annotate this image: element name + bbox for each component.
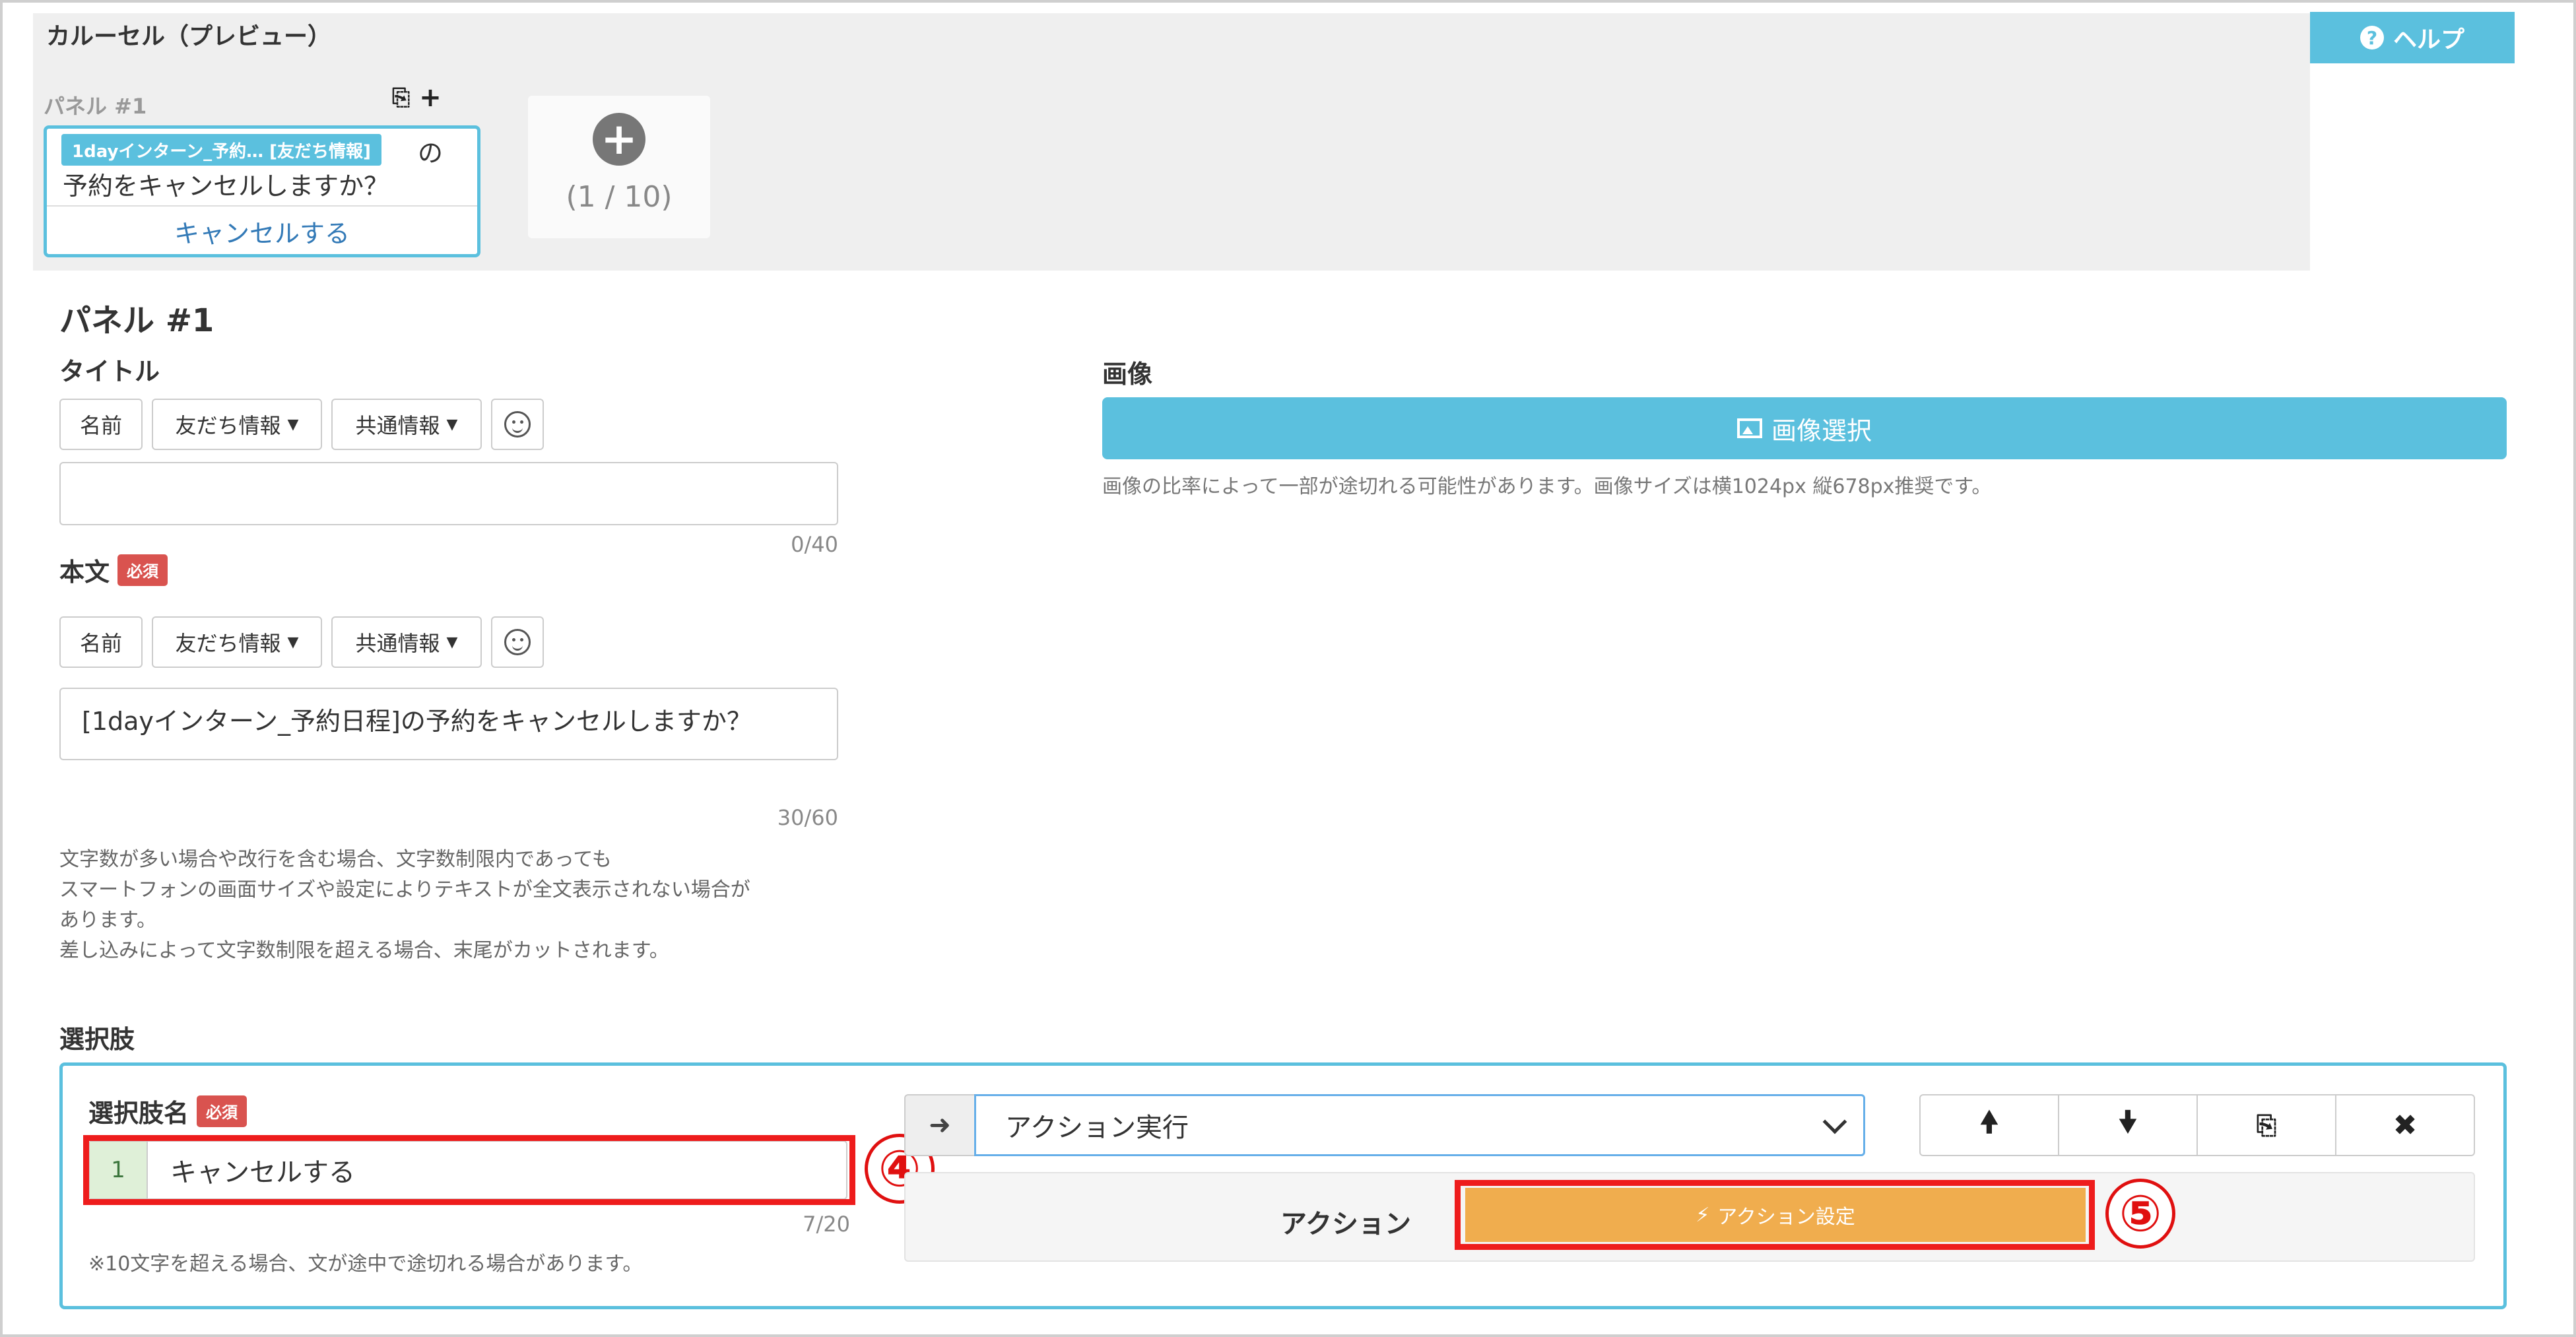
smiley-icon [504, 411, 531, 438]
caret-down-icon: ▼ [287, 416, 299, 433]
image-icon [1736, 418, 1762, 438]
title-input[interactable] [59, 462, 838, 525]
title-counter: 0/40 [791, 532, 838, 557]
card-divider [47, 205, 477, 207]
plus-icon[interactable]: + [419, 84, 442, 111]
name-insert-label: 名前 [79, 413, 122, 438]
required-badge: 必須 [197, 1095, 248, 1127]
caret-down-icon: ▼ [287, 634, 299, 651]
choice-name-counter: 7/20 [803, 1212, 850, 1237]
add-panel-button[interactable]: + (1 / 10) [528, 96, 710, 238]
highlight-box-4 [83, 1135, 855, 1205]
common-info-label: 共通情報 [355, 631, 440, 656]
common-info-dropdown[interactable]: 共通情報 ▼ [331, 616, 482, 668]
arrow-down-icon: 🠟 [2118, 1105, 2138, 1139]
card-text-tail: の [418, 139, 444, 168]
body-counter: 30/60 [777, 805, 838, 830]
body-note-line: 文字数が多い場合や改行を含む場合、文字数制限内であっても [59, 848, 612, 871]
body-note: 文字数が多い場合や改行を含む場合、文字数制限内であっても スマートフォンの画面サ… [59, 845, 750, 966]
body-note-line: スマートフォンの画面サイズや設定によりテキストが全文表示されない場合が [59, 878, 750, 901]
help-label: ヘルプ [2393, 26, 2464, 53]
friend-info-dropdown[interactable]: 友だち情報 ▼ [152, 399, 322, 450]
preview-panel-label: パネル #1 [44, 94, 147, 119]
choice-name-label: 選択肢名 [88, 1099, 189, 1128]
delete-button[interactable]: ✖ [2335, 1094, 2475, 1156]
common-info-label: 共通情報 [355, 413, 440, 438]
move-down-button[interactable]: 🠟 [2058, 1094, 2198, 1156]
preview-card[interactable]: 1dayインターン_予約… [友だち情報] の 予約をキャンセルしますか？ キャ… [44, 125, 480, 257]
body-textarea[interactable]: [1dayインターン_予約日程]の予約をキャンセルしますか？ [59, 688, 838, 760]
friend-info-label: 友だち情報 [175, 413, 281, 438]
name-insert-button[interactable]: 名前 [59, 616, 143, 668]
highlight-box-5 [1455, 1180, 2095, 1250]
choice-type-value: アクション実行 [1005, 1113, 1189, 1143]
common-info-dropdown[interactable]: 共通情報 ▼ [331, 399, 482, 450]
image-select-label: 画像選択 [1771, 416, 1872, 445]
friend-info-label: 友だち情報 [175, 631, 281, 656]
panel-heading: パネル #1 [59, 302, 215, 339]
copy-icon: ⎘ [2256, 1110, 2277, 1140]
title-label: タイトル [59, 357, 160, 386]
emoji-button[interactable] [491, 399, 544, 450]
required-badge: 必須 [117, 554, 168, 586]
card-body-text: 予約をキャンセルしますか？ [63, 172, 389, 201]
friend-info-dropdown[interactable]: 友だち情報 ▼ [152, 616, 322, 668]
arrow-right-icon: ➜ [904, 1094, 974, 1156]
panel-actions: ⎘ + [392, 84, 442, 111]
name-insert-button[interactable]: 名前 [59, 399, 143, 450]
smiley-icon [504, 629, 531, 655]
close-icon: ✖ [2393, 1108, 2418, 1142]
choice-name-label-group: 選択肢名 必須 [88, 1093, 248, 1129]
name-insert-label: 名前 [79, 631, 122, 656]
chevron-down-icon [1822, 1109, 1847, 1134]
choice-name-note: ※10文字を超える場合、文が途中で途切れる場合があります。 [88, 1253, 643, 1276]
help-button[interactable]: ? ヘルプ [2310, 12, 2515, 63]
body-toolbar: 名前 友だち情報 ▼ 共通情報 ▼ [59, 616, 544, 668]
choice-type-select[interactable]: アクション実行 [974, 1094, 1865, 1156]
choice-controls: 🠝 🠟 ⎘ ✖ [1919, 1094, 2475, 1156]
preview-title: カルーセル（プレビュー） [46, 23, 332, 50]
image-label: 画像 [1102, 360, 1153, 389]
body-note-line: 差し込みによって文字数制限を超える場合、末尾がカットされます。 [59, 939, 669, 962]
image-select-button[interactable]: 画像選択 [1102, 397, 2507, 459]
annotation-5: ⑤ [2105, 1179, 2175, 1249]
body-label: 本文 [59, 558, 110, 587]
caret-down-icon: ▼ [446, 416, 458, 433]
action-label: アクション [1280, 1209, 1411, 1239]
friend-info-chip: 1dayインターン_予約… [友だち情報] [61, 134, 381, 166]
add-circle-icon: + [593, 113, 645, 166]
copy-icon[interactable]: ⎘ [392, 86, 410, 109]
caret-down-icon: ▼ [446, 634, 458, 651]
body-note-line: あります。 [59, 909, 156, 932]
question-icon: ? [2360, 26, 2384, 49]
arrow-up-icon: 🠝 [1979, 1105, 1999, 1139]
move-up-button[interactable]: 🠝 [1919, 1094, 2059, 1156]
panel-count: (1 / 10) [566, 180, 673, 214]
choices-label: 選択肢 [59, 1025, 135, 1054]
image-note: 画像の比率によって一部が途切れる可能性があります。画像サイズは横1024px 縦… [1102, 475, 1992, 498]
emoji-button[interactable] [491, 616, 544, 668]
body-label-group: 本文 必須 [59, 552, 168, 588]
title-toolbar: 名前 友だち情報 ▼ 共通情報 ▼ [59, 399, 544, 450]
card-choice-link[interactable]: キャンセルする [47, 213, 477, 249]
copy-button[interactable]: ⎘ [2196, 1094, 2336, 1156]
